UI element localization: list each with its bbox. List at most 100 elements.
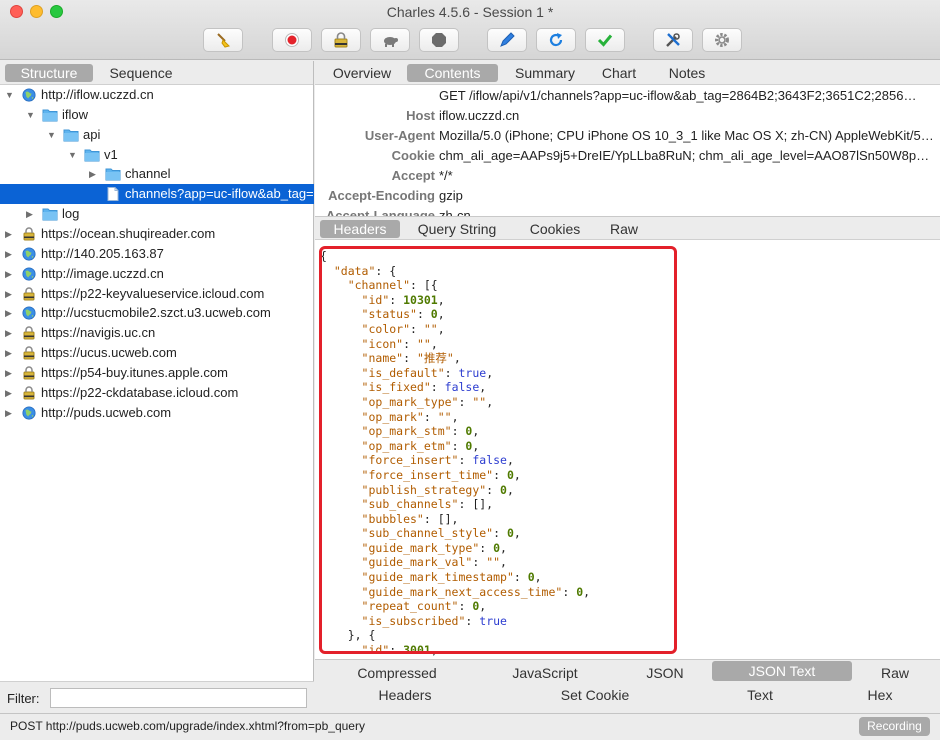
- recording-button[interactable]: Recording: [859, 717, 930, 736]
- disclosure-expanded-icon[interactable]: ▼: [47, 125, 57, 145]
- record-button[interactable]: [272, 28, 312, 52]
- tree-row[interactable]: ▶ log: [0, 204, 314, 224]
- header-key: Accept-Language: [325, 208, 435, 216]
- turtle-icon: [384, 37, 398, 47]
- disclosure-collapsed-icon[interactable]: ▶: [89, 164, 99, 184]
- header-row: Accept-Encoding gzip: [315, 186, 940, 206]
- disclosure-collapsed-icon[interactable]: ▶: [5, 383, 15, 403]
- tree-row[interactable]: ▶ http://140.205.163.87: [0, 244, 314, 264]
- tab-notes[interactable]: Notes: [656, 64, 718, 82]
- ssl-proxying-button[interactable]: [321, 28, 361, 52]
- tree-row[interactable]: ▶ http://puds.ucweb.com: [0, 403, 314, 423]
- record-icon: [285, 33, 299, 47]
- lock-icon: [21, 386, 37, 400]
- tab-cookies[interactable]: Cookies: [519, 220, 591, 238]
- lock-icon: [21, 346, 37, 360]
- tab-chart[interactable]: Chart: [591, 64, 647, 82]
- clear-session-button[interactable]: [203, 28, 243, 52]
- disclosure-expanded-icon[interactable]: ▼: [5, 85, 15, 105]
- tab-contents[interactable]: Contents: [407, 64, 498, 82]
- tab-set-cookie[interactable]: Set Cookie: [540, 685, 650, 705]
- header-value: Mozilla/5.0 (iPhone; CPU iPhone OS 10_3_…: [439, 128, 934, 143]
- header-row: Accept-Language zh-cn: [315, 206, 940, 216]
- filter-input[interactable]: [50, 688, 307, 708]
- lock-icon: [21, 326, 37, 340]
- document-icon: [105, 187, 121, 202]
- tree-row[interactable]: ▶ https://p22-ckdatabase.icloud.com: [0, 383, 314, 403]
- throttle-button[interactable]: [370, 28, 410, 52]
- tree-row[interactable]: ▶ https://p54-buy.itunes.apple.com: [0, 363, 314, 383]
- checkmark-icon: [597, 34, 613, 47]
- window-title: Charles 4.5.6 - Session 1 *: [386, 4, 554, 20]
- broom-icon: [217, 33, 230, 48]
- tab-raw-response[interactable]: Raw: [860, 663, 930, 683]
- breakpoints-button[interactable]: [419, 28, 459, 52]
- tree-row[interactable]: ▼ http://iflow.uczzd.cn: [0, 85, 314, 105]
- disclosure-collapsed-icon[interactable]: ▶: [5, 403, 15, 423]
- json-text-view[interactable]: { "data": { "channel": [{ "id": 10301, "…: [315, 241, 940, 659]
- tree-row[interactable]: ▼ iflow: [0, 105, 314, 125]
- tab-structure[interactable]: Structure: [5, 64, 93, 82]
- tab-query-string[interactable]: Query String: [411, 220, 503, 238]
- disclosure-collapsed-icon[interactable]: ▶: [5, 284, 15, 304]
- refresh-icon: [549, 33, 563, 47]
- tab-overview[interactable]: Overview: [325, 64, 399, 82]
- tree-row[interactable]: ▶ https://p22-keyvalueservice.icloud.com: [0, 284, 314, 304]
- tree-row[interactable]: ▶ http://image.uczzd.cn: [0, 264, 314, 284]
- disclosure-collapsed-icon[interactable]: ▶: [5, 323, 15, 343]
- header-value: gzip: [439, 188, 463, 203]
- tab-hex[interactable]: Hex: [845, 685, 915, 705]
- request-sub-tabs: Headers Query String Cookies Raw: [315, 216, 940, 240]
- tools-button[interactable]: [653, 28, 693, 52]
- globe-icon: [21, 267, 37, 281]
- request-headers-table: GET /iflow/api/v1/channels?app=uc-iflow&…: [315, 86, 940, 216]
- lock-icon: [21, 227, 37, 241]
- filter-label: Filter:: [7, 691, 40, 706]
- tree-row[interactable]: ▶ http://ucstucmobile2.szct.u3.ucweb.com: [0, 303, 314, 323]
- disclosure-expanded-icon[interactable]: ▼: [26, 105, 36, 125]
- tab-json-text[interactable]: JSON Text: [712, 661, 852, 681]
- tree-row-label: iflow: [62, 106, 89, 122]
- tree-row-label: http://image.uczzd.cn: [41, 265, 164, 281]
- validate-button[interactable]: [585, 28, 625, 52]
- tree-row[interactable]: ▶ https://ocean.shuqireader.com: [0, 224, 314, 244]
- header-row: Host iflow.uczzd.cn: [315, 106, 940, 126]
- tree-row[interactable]: ▶ https://navigis.uc.cn: [0, 323, 314, 343]
- tree-row[interactable]: ▼ v1: [0, 145, 314, 165]
- header-key: Cookie: [391, 148, 435, 163]
- tab-summary[interactable]: Summary: [505, 64, 585, 82]
- lock-icon: [334, 32, 348, 48]
- disclosure-expanded-icon[interactable]: ▼: [68, 145, 78, 165]
- lock-icon: [21, 286, 37, 301]
- tree-row-label: https://ucus.ucweb.com: [41, 345, 177, 361]
- header-key: Accept-Encoding: [328, 188, 435, 203]
- tab-headers[interactable]: Headers: [320, 220, 400, 238]
- disclosure-collapsed-icon[interactable]: ▶: [5, 363, 15, 383]
- header-key: Accept: [391, 168, 435, 183]
- disclosure-collapsed-icon[interactable]: ▶: [5, 343, 15, 363]
- tab-sequence[interactable]: Sequence: [97, 64, 185, 82]
- disclosure-collapsed-icon[interactable]: ▶: [5, 244, 15, 264]
- tab-compressed[interactable]: Compressed: [337, 663, 457, 683]
- tree-row-label: http://140.205.163.87: [41, 245, 164, 261]
- disclosure-collapsed-icon[interactable]: ▶: [5, 224, 15, 244]
- repeat-button[interactable]: [536, 28, 576, 52]
- tree-row[interactable]: channels?app=uc-iflow&ab_tag=2864B2;3643…: [0, 184, 314, 205]
- compose-button[interactable]: [487, 28, 527, 52]
- tab-json[interactable]: JSON: [625, 663, 705, 683]
- disclosure-collapsed-icon[interactable]: ▶: [5, 264, 15, 284]
- tree-row[interactable]: ▶ channel: [0, 164, 314, 184]
- tree-row-label: http://puds.ucweb.com: [41, 404, 172, 420]
- tab-response-headers[interactable]: Headers: [355, 685, 455, 705]
- settings-button[interactable]: [702, 28, 742, 52]
- tab-raw[interactable]: Raw: [599, 220, 649, 238]
- tree-row-label: https://p54-buy.itunes.apple.com: [41, 364, 228, 380]
- header-row: Accept */*: [315, 166, 940, 186]
- disclosure-collapsed-icon[interactable]: ▶: [5, 303, 15, 323]
- tab-text[interactable]: Text: [725, 685, 795, 705]
- disclosure-collapsed-icon[interactable]: ▶: [26, 204, 36, 224]
- tree-row[interactable]: ▶ https://ucus.ucweb.com: [0, 343, 314, 363]
- tab-javascript[interactable]: JavaScript: [495, 663, 595, 683]
- stop-hexagon-icon: [432, 33, 446, 47]
- tree-row[interactable]: ▼ api: [0, 125, 314, 145]
